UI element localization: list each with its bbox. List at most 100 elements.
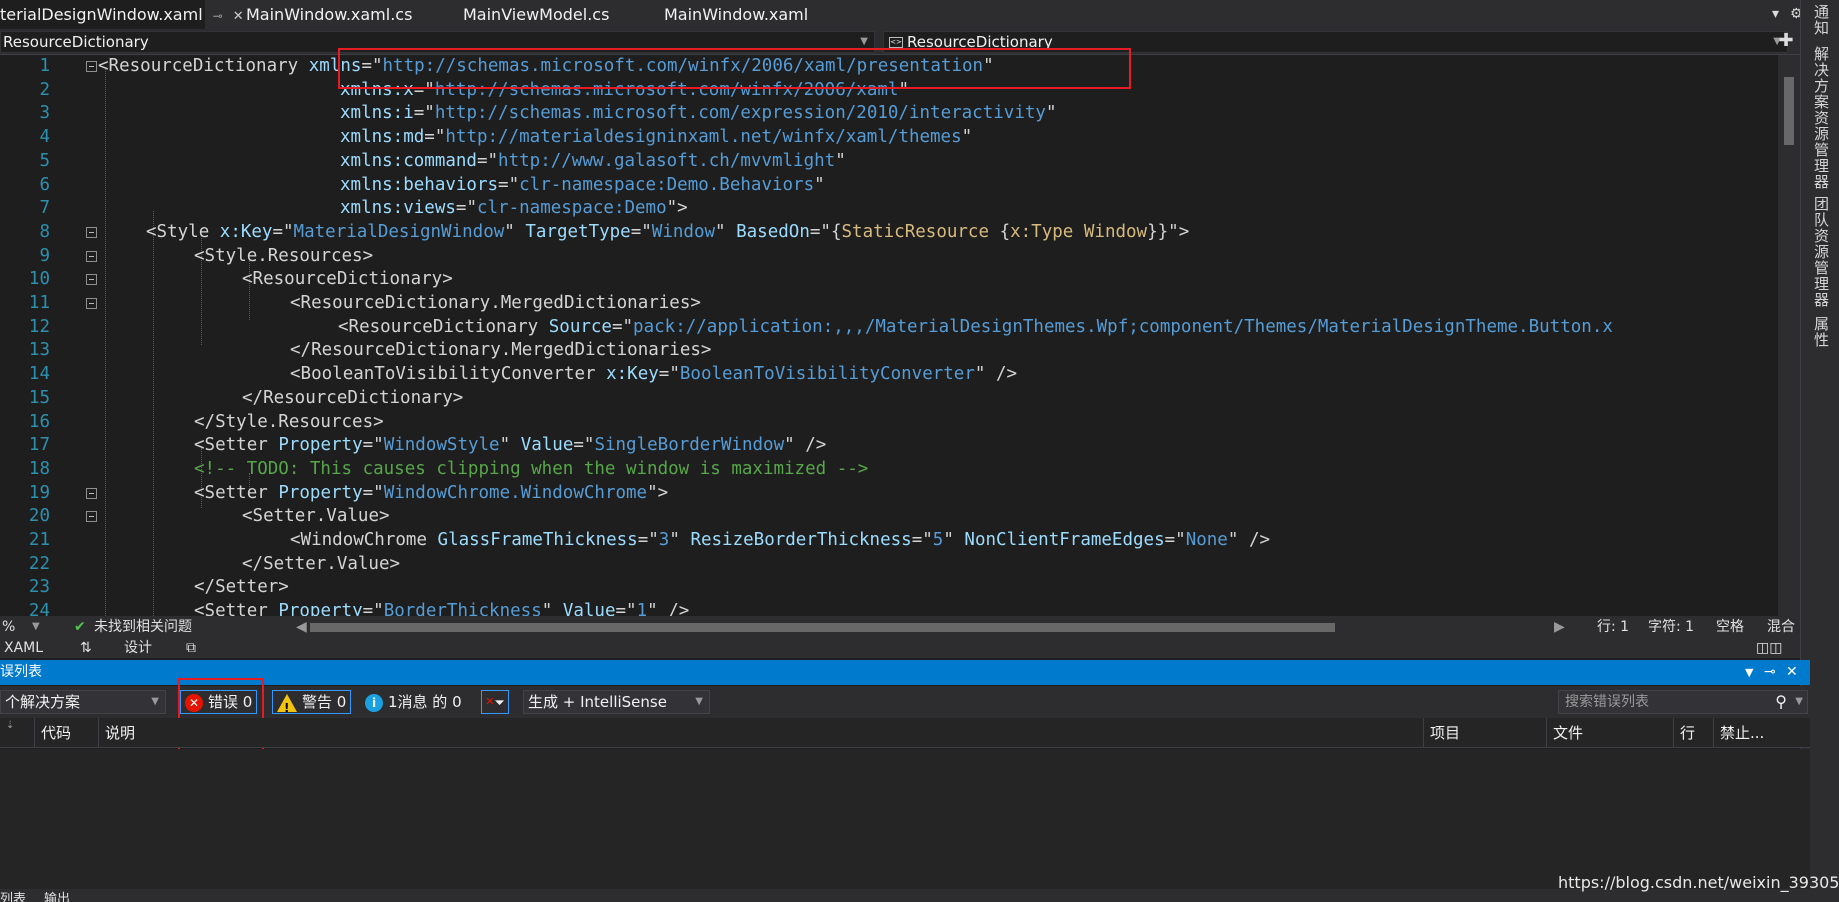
code-line: 4 xmlns:md="http://materialdesigninxaml.n… xyxy=(0,126,1788,150)
code-line: 7 xmlns:views="clr-namespace:Demo"> xyxy=(0,197,1788,221)
pin-icon[interactable]: ⊸ xyxy=(1764,660,1776,685)
column-project[interactable]: 项目 xyxy=(1423,718,1546,748)
code-line: 15 </ResourceDictionary> xyxy=(0,387,1788,411)
column-description[interactable]: 说明 xyxy=(98,718,1423,748)
close-icon[interactable]: ✕ xyxy=(1786,660,1798,685)
search-placeholder: 搜索错误列表 xyxy=(1565,694,1649,710)
line-number: 6 xyxy=(39,174,50,195)
tab-dropdown-icon[interactable]: ▾ xyxy=(1772,0,1779,29)
column-code[interactable]: 代码 xyxy=(34,718,98,748)
chevron-down-icon: ▼ xyxy=(151,696,159,707)
messages-filter-button[interactable]: i 1消息 的 0 xyxy=(360,690,467,714)
code-token: Window xyxy=(651,221,716,242)
pin-icon[interactable]: ⊸ xyxy=(213,9,223,23)
code-token: StaticResource xyxy=(841,221,990,242)
chevron-down-icon[interactable]: ▼ xyxy=(1795,691,1803,713)
code-token: Style.Resources xyxy=(215,411,374,432)
xaml-view-tab[interactable]: XAML xyxy=(4,638,43,658)
fold-toggle-icon[interactable] xyxy=(86,511,97,523)
sidebar-item-solution-explorer[interactable]: 解决方案资源管理器 xyxy=(1811,46,1832,190)
close-icon[interactable]: ✕ xyxy=(233,9,244,24)
editor-horizontal-scrollbar[interactable] xyxy=(300,623,1560,632)
popout-icon[interactable]: ⧉ xyxy=(186,638,196,658)
code-token: BooleanToVisibilityConverter xyxy=(300,364,596,385)
fold-toggle-icon[interactable] xyxy=(86,61,97,72)
chevron-down-icon[interactable]: ▼ xyxy=(32,616,40,638)
filter-icon[interactable]: ✕⏷ xyxy=(481,690,509,714)
zoom-level[interactable]: % xyxy=(2,616,15,638)
code-token: Property xyxy=(278,482,363,503)
code-token: None xyxy=(1185,530,1228,550)
tab-mainviewmodel[interactable]: MainViewModel.cs xyxy=(463,0,609,29)
tab-mainwindow-xaml[interactable]: MainWindow.xaml xyxy=(664,0,808,29)
error-list-body[interactable] xyxy=(0,749,1810,889)
sidebar-item-team-explorer[interactable]: 团队资源管理器 xyxy=(1811,196,1832,308)
line-number: 10 xyxy=(28,269,50,290)
issues-status[interactable]: 未找到相关问题 xyxy=(94,616,192,638)
fold-toggle-icon[interactable] xyxy=(86,298,97,309)
line-number: 14 xyxy=(28,364,50,385)
code-token: Setter.Value xyxy=(252,506,379,527)
code-line: 22 </Setter.Value> xyxy=(0,553,1788,577)
error-search-input[interactable]: 搜索错误列表 ⚲ ▼ xyxy=(1558,690,1808,714)
fold-toggle-icon[interactable] xyxy=(86,274,97,286)
line-number: 22 xyxy=(28,553,50,574)
fold-toggle-icon[interactable] xyxy=(86,487,97,499)
code-token: xmlns:md xyxy=(340,127,425,148)
code-line: 3 xmlns:i="http://schemas.microsoft.com/e… xyxy=(0,102,1788,126)
column-suppression[interactable]: 禁止... xyxy=(1713,718,1778,748)
line-number: 2 xyxy=(39,79,50,100)
scrollbar-thumb[interactable] xyxy=(1784,77,1794,145)
code-token: clr-namespace:Demo xyxy=(476,198,667,219)
column-file[interactable]: 文件 xyxy=(1546,718,1673,748)
build-source-dropdown[interactable]: 生成 + IntelliSense ▼ xyxy=(523,690,710,714)
tab-mainwindow-cs[interactable]: MainWindow.xaml.cs xyxy=(246,0,412,29)
info-icon: i xyxy=(365,693,383,712)
code-line: 10 <ResourceDictionary> xyxy=(0,268,1788,292)
code-token: BooleanToVisibilityConverter xyxy=(679,364,975,385)
editor-vertical-scrollbar[interactable] xyxy=(1778,55,1800,616)
search-icon[interactable]: ⚲ xyxy=(1775,691,1787,713)
line-number: 12 xyxy=(28,316,50,337)
code-token: WindowChrome xyxy=(300,530,427,550)
code-line: 8 <Style x:Key="MaterialDesignWindow" Tar… xyxy=(0,221,1788,245)
tab-output[interactable]: 输出 xyxy=(44,893,70,902)
sidebar-item-properties[interactable]: 属性 xyxy=(1811,316,1832,348)
code-line: 14 <BooleanToVisibilityConverter x:Key="B… xyxy=(0,363,1788,387)
sidebar-item-notifications[interactable]: 通知 xyxy=(1811,4,1832,36)
code-token: Source xyxy=(548,316,612,337)
code-editor[interactable]: 1 <ResourceDictionary xmlns="http://schem… xyxy=(0,55,1788,616)
code-comment: <!-- TODO: This causes clipping when the… xyxy=(194,458,869,479)
split-view-icon[interactable]: ◫◫ xyxy=(1756,638,1782,658)
warning-icon xyxy=(277,693,297,719)
design-view-tab[interactable]: 设计 xyxy=(124,638,152,658)
code-token: Property xyxy=(278,435,363,456)
split-editor-icon[interactable]: ✚ xyxy=(1777,31,1795,51)
line-number: 17 xyxy=(28,435,50,456)
code-token: Setter xyxy=(215,577,279,598)
ide-window: terialDesignWindow.xaml ⊸ ✕ MainWindow.xam… xyxy=(0,0,1839,902)
warnings-filter-button[interactable]: 警告 0 xyxy=(272,690,352,719)
code-token: WindowChrome.WindowChrome xyxy=(383,482,648,503)
chevron-down-icon[interactable]: ▼ xyxy=(1745,660,1753,685)
bottom-tool-tabs: 列表 输出 xyxy=(0,889,1810,902)
code-token: BasedOn xyxy=(736,221,810,242)
code-token: x:Type xyxy=(1010,221,1074,242)
fold-toggle-icon[interactable] xyxy=(86,250,97,262)
scope-dropdown[interactable]: 个解决方案 ▼ xyxy=(0,690,166,714)
tab-error-list[interactable]: 列表 xyxy=(0,893,26,902)
code-token: ResourceDictionary xyxy=(108,56,299,76)
code-token: 3 xyxy=(658,530,670,550)
scope-label: 个解决方案 xyxy=(5,693,81,711)
column-line[interactable]: 行 xyxy=(1673,718,1713,748)
code-token: TargetType xyxy=(525,221,631,242)
fold-toggle-icon[interactable] xyxy=(86,226,97,238)
code-token: pack://application:,,,/MaterialDesignThe… xyxy=(633,316,1613,337)
sort-icon[interactable]: ⇣ xyxy=(0,718,34,748)
code-token: 5 xyxy=(932,530,944,550)
tab-materialdesignwindow[interactable]: terialDesignWindow.xaml ⊸ ✕ xyxy=(0,0,244,29)
view-mode-bar: XAML ⇅ 设计 ⧉ ◫◫ xyxy=(0,638,1800,658)
swap-icon[interactable]: ⇅ xyxy=(80,638,92,658)
code-token: BorderThickness xyxy=(383,601,542,616)
scrollbar-thumb[interactable] xyxy=(310,623,1335,632)
